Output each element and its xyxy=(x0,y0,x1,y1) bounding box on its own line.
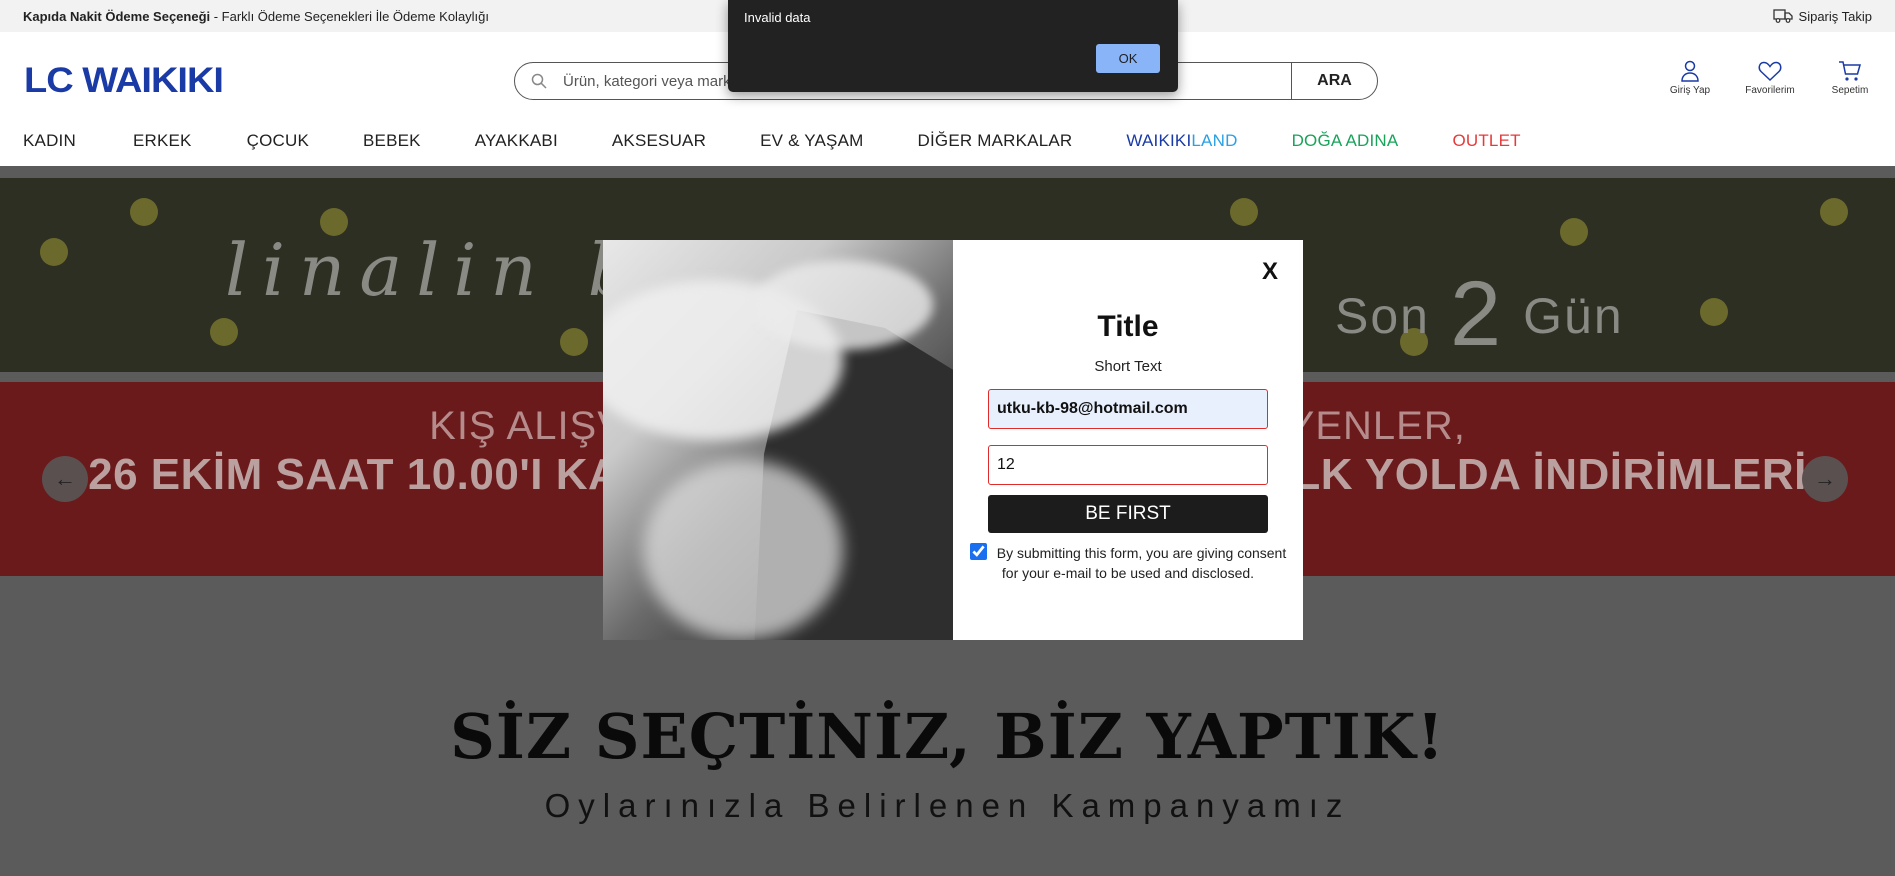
favorites-label: Favorilerim xyxy=(1745,85,1795,96)
email-field[interactable] xyxy=(988,389,1268,429)
nav-item-ayakkabi[interactable]: AYAKKABI xyxy=(475,131,558,151)
consent-row: By submitting this form, you are giving … xyxy=(963,543,1293,583)
campaign-section: SİZ SEÇTİNİZ, BİZ YAPTIK! Oylarınızla Be… xyxy=(0,700,1895,825)
popup-title: Title xyxy=(1097,310,1159,343)
nav-item-diger-markalar[interactable]: DİĞER MARKALAR xyxy=(918,131,1073,151)
login-label: Giriş Yap xyxy=(1669,85,1711,96)
waikikiland-part-a: WAIKIKI xyxy=(1126,131,1192,150)
browser-alert-dialog: Invalid data OK xyxy=(728,0,1178,92)
days-number: 2 xyxy=(1449,263,1504,365)
nav-item-cocuk[interactable]: ÇOCUK xyxy=(247,131,309,151)
favorites-button[interactable]: Favorilerim xyxy=(1745,60,1795,96)
son-label: Son xyxy=(1335,288,1430,344)
login-button[interactable]: Giriş Yap xyxy=(1665,60,1715,96)
nav-item-aksesuar[interactable]: AKSESUAR xyxy=(612,131,706,151)
heart-icon xyxy=(1758,61,1782,82)
nav-item-doga-adina[interactable]: DOĞA ADINA xyxy=(1292,131,1399,151)
lcwaikiki-logo[interactable]: LC WAIKIKI xyxy=(24,64,224,99)
cart-button[interactable]: Sepetim xyxy=(1825,60,1875,96)
nav-item-bebek[interactable]: BEBEK xyxy=(363,131,421,151)
carousel-next-button[interactable]: → xyxy=(1802,456,1848,502)
nav-item-ev-yasam[interactable]: EV & YAŞAM xyxy=(760,131,863,151)
be-first-button[interactable]: BE FIRST xyxy=(988,495,1268,533)
alert-message: Invalid data xyxy=(744,10,811,25)
nav-item-erkek[interactable]: ERKEK xyxy=(133,131,192,151)
header-actions: Giriş Yap Favorilerim Sepetim xyxy=(1665,60,1875,96)
waikikiland-part-b: LAND xyxy=(1191,131,1238,150)
cart-icon xyxy=(1839,61,1861,81)
promo-bold-text: Kapıda Nakit Ödeme Seçeneği xyxy=(23,8,211,24)
nav-item-outlet[interactable]: OUTLET xyxy=(1452,131,1520,151)
truck-icon xyxy=(1772,9,1793,23)
payment-promo: Kapıda Nakit Ödeme Seçeneği - Farklı Öde… xyxy=(23,9,489,24)
mountain-image xyxy=(603,240,953,640)
newsletter-popup: X Title Short Text BE FIRST By submittin… xyxy=(603,240,1303,640)
arrow-left-icon: ← xyxy=(54,466,76,491)
cart-label: Sepetim xyxy=(1831,85,1869,96)
campaign-subtitle: Oylarınızla Belirlenen Kampanyamız xyxy=(544,787,1351,824)
popup-close-button[interactable]: X xyxy=(1262,258,1278,286)
order-track-label: Sipariş Takip xyxy=(1798,8,1872,24)
carousel-prev-button[interactable]: ← xyxy=(42,456,88,502)
campaign-title: SİZ SEÇTİNİZ, BİZ YAPTIK! xyxy=(450,700,1445,773)
countdown-text: Son 2 Gün xyxy=(1335,250,1624,365)
popup-form: X Title Short Text BE FIRST By submittin… xyxy=(953,240,1303,640)
arrow-right-icon: → xyxy=(1814,466,1836,491)
main-nav: KADIN ERKEK ÇOCUK BEBEK AYAKKABI AKSESUA… xyxy=(0,116,1895,166)
nav-item-waikikiland[interactable]: WAIKIKILAND xyxy=(1126,131,1237,151)
nav-item-kadin[interactable]: KADIN xyxy=(23,131,76,151)
number-field[interactable] xyxy=(988,445,1268,485)
consent-checkbox[interactable] xyxy=(969,543,987,560)
consent-text: By submitting this form, you are giving … xyxy=(996,545,1287,581)
alert-ok-button[interactable]: OK xyxy=(1096,44,1160,73)
search-icon xyxy=(515,73,563,89)
search-button[interactable]: ARA xyxy=(1291,63,1377,99)
user-icon xyxy=(1681,60,1699,82)
gun-label: Gün xyxy=(1523,288,1624,344)
order-track-link[interactable]: Sipariş Takip xyxy=(1772,8,1872,24)
promo-text: - Farklı Ödeme Seçenekleri İle Ödeme Kol… xyxy=(210,8,490,24)
popup-short-text: Short Text xyxy=(1094,358,1162,375)
